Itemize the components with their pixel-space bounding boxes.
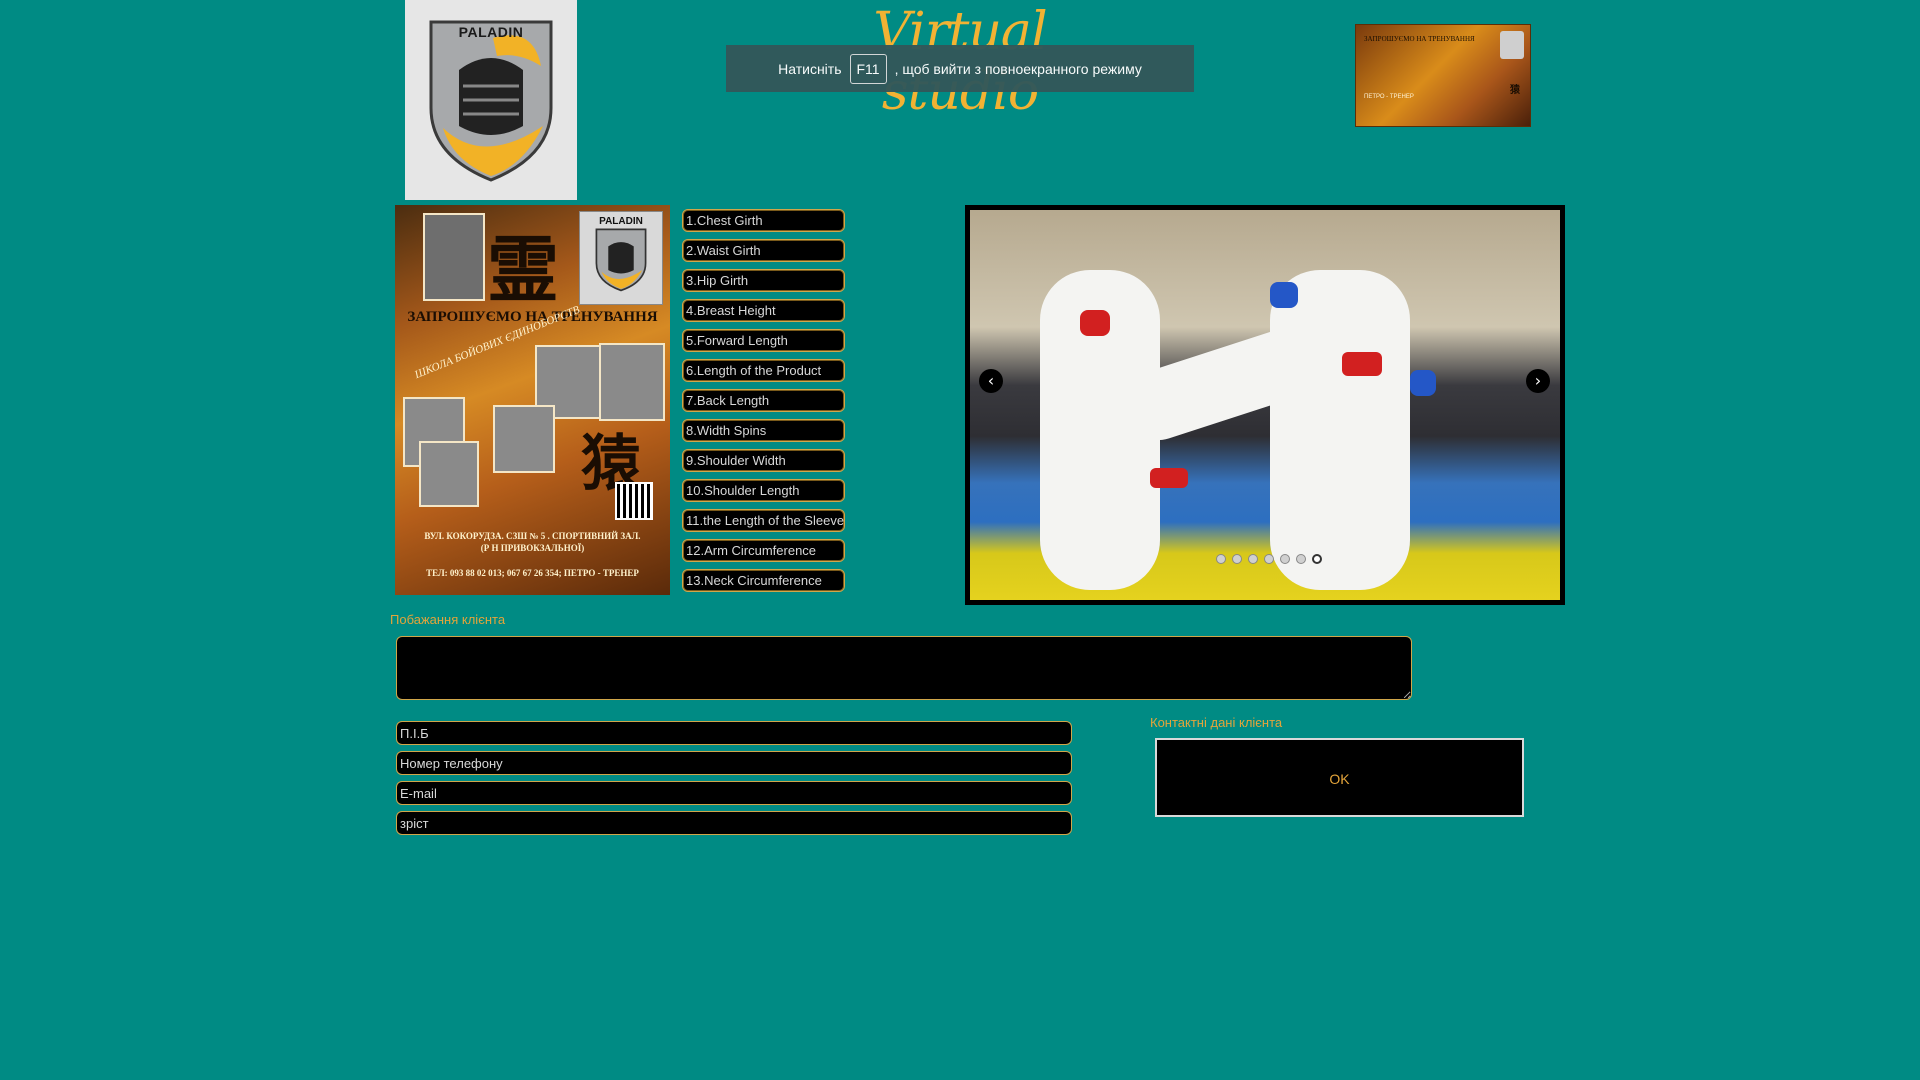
blue-glove-icon	[1410, 370, 1436, 396]
measurement-back-length[interactable]: 7.Back Length	[682, 389, 845, 412]
poster-address-line2: (Р Н ПРИВОКЗАЛЬНОЇ)	[480, 543, 585, 553]
slider-dot[interactable]	[1280, 554, 1290, 564]
slider-dot[interactable]	[1264, 554, 1274, 564]
poster-address-line1: ВУЛ. КОКОРУДЗА. СЗШ № 5 . СПОРТИВНИЙ ЗАЛ…	[424, 531, 641, 541]
fullscreen-notice-suffix: , щоб вийти з повноекранного режиму	[894, 60, 1142, 77]
poster-address: ВУЛ. КОКОРУДЗА. СЗШ № 5 . СПОРТИВНИЙ ЗАЛ…	[395, 530, 670, 554]
poster-phone: ТЕЛ: 093 88 02 013; 067 67 26 354; ПЕТРО…	[426, 568, 639, 578]
knight-shield-icon	[595, 228, 647, 292]
measurement-sleeve-length[interactable]: 11.the Length of the Sleeve	[682, 509, 845, 532]
banner-name: ПЕТРО - ТРЕНЕР	[1364, 94, 1414, 100]
measurement-breast-height[interactable]: 4.Breast Height	[682, 299, 845, 322]
fullscreen-notice: Натисніть F11 , щоб вийти з повноекранно…	[726, 45, 1194, 92]
slider-dot[interactable]	[1216, 554, 1226, 564]
measurement-shoulder-width[interactable]: 9.Shoulder Width	[682, 449, 845, 472]
training-poster: 霊 PALADIN ЗАПРОШУЄМО НА ТРЕНУВАННЯ ШКОЛА…	[395, 205, 670, 595]
fullscreen-notice-prefix: Натисніть	[778, 60, 842, 77]
measurement-forward-length[interactable]: 5.Forward Length	[682, 329, 845, 352]
contact-label: Контактні дані клієнта	[1150, 715, 1283, 730]
red-foot-protector-icon	[1150, 468, 1188, 488]
slider-dots	[1216, 554, 1322, 564]
banner-logo-icon	[1500, 31, 1524, 59]
poster-photo	[599, 343, 665, 421]
qr-code-icon	[615, 482, 653, 520]
phone-field[interactable]	[396, 751, 1072, 775]
height-field[interactable]	[396, 811, 1072, 835]
f11-key: F11	[849, 53, 887, 84]
red-glove-icon	[1080, 310, 1110, 336]
slider-dot[interactable]	[1232, 554, 1242, 564]
training-banner-small[interactable]: ЗАПРОШУЄМО НА ТРЕНУВАННЯ ПЕТРО - ТРЕНЕР …	[1355, 24, 1531, 127]
wishes-textarea[interactable]	[396, 636, 1412, 700]
karate-photo-slide	[970, 210, 1560, 600]
poster-photo	[419, 441, 479, 507]
email-field[interactable]	[396, 781, 1072, 805]
measurement-product-length[interactable]: 6.Length of the Product	[682, 359, 845, 382]
chevron-right-icon[interactable]: ›	[1526, 369, 1550, 393]
measurement-waist-girth[interactable]: 2.Waist Girth	[682, 239, 845, 262]
image-slider[interactable]: ‹ ›	[965, 205, 1565, 605]
ok-button[interactable]: OK	[1155, 738, 1524, 817]
banner-title: ЗАПРОШУЄМО НА ТРЕНУВАННЯ	[1364, 35, 1475, 43]
red-foot-protector-icon	[1342, 352, 1382, 376]
poster-kanji-top: 霊	[487, 227, 560, 312]
paladin-logo: PALADIN	[405, 0, 577, 200]
knight-shield-icon	[429, 20, 553, 182]
wishes-label: Побажання клієнта	[390, 612, 506, 627]
slider-dot[interactable]	[1248, 554, 1258, 564]
banner-kanji: 猿	[1510, 85, 1520, 96]
measurement-chest-girth[interactable]: 1.Chest Girth	[682, 209, 845, 232]
slider-dot[interactable]	[1296, 554, 1306, 564]
full-name-field[interactable]	[396, 721, 1072, 745]
poster-photo	[493, 405, 555, 473]
measurement-shoulder-length[interactable]: 10.Shoulder Length	[682, 479, 845, 502]
measurement-hip-girth[interactable]: 3.Hip Girth	[682, 269, 845, 292]
logo-text: PALADIN	[458, 24, 524, 40]
measurement-neck-circumference[interactable]: 13.Neck Circumference	[682, 569, 845, 592]
fighter-figure	[1270, 270, 1410, 590]
chevron-left-icon[interactable]: ‹	[979, 369, 1003, 393]
measurement-arm-circumference[interactable]: 12.Arm Circumference	[682, 539, 845, 562]
slider-dot[interactable]	[1312, 554, 1322, 564]
poster-photo-trainer	[423, 213, 485, 301]
blue-glove-icon	[1270, 282, 1298, 308]
poster-logo: PALADIN	[579, 211, 663, 305]
measurement-width-spins[interactable]: 8.Width Spins	[682, 419, 845, 442]
